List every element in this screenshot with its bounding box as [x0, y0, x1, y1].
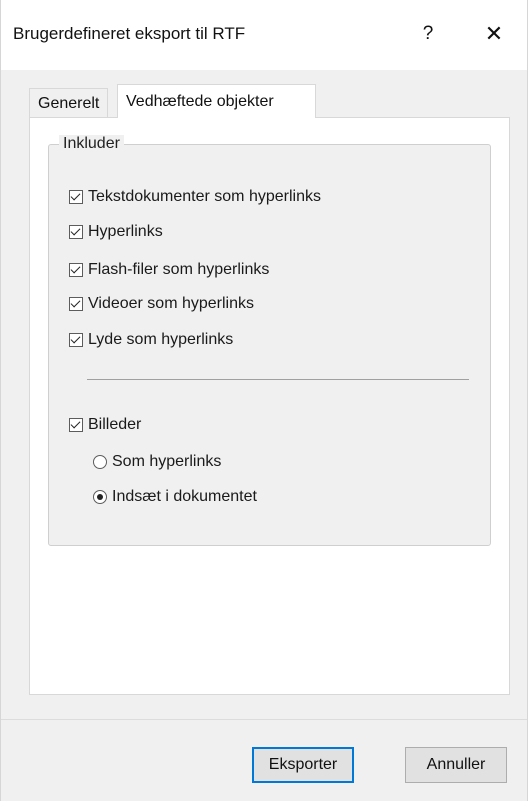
title-bar: Brugerdefineret eksport til RTF ? ✕: [1, 0, 527, 70]
checkbox-label: Hyperlinks: [88, 223, 163, 240]
hyperlinks-checkbox[interactable]: Hyperlinks: [69, 221, 163, 243]
checkbox-label: Lyde som hyperlinks: [88, 331, 234, 348]
sounds-checkbox[interactable]: Lyde som hyperlinks: [69, 329, 233, 351]
as-hyperlinks-radio[interactable]: Som hyperlinks: [93, 451, 221, 473]
checkbox-checked-icon[interactable]: [69, 190, 83, 204]
tab-general[interactable]: Generelt: [29, 88, 109, 118]
cancel-button[interactable]: Annuller: [405, 747, 507, 783]
radio-label: Som hyperlinks: [112, 453, 222, 470]
flash-files-checkbox[interactable]: Flash-filer som hyperlinks: [69, 259, 269, 281]
checkbox-label: Tekstdokumenter som hyperlinks: [88, 188, 321, 205]
export-button[interactable]: Eksporter: [252, 747, 354, 783]
checkbox-checked-icon[interactable]: [69, 225, 83, 239]
insert-in-document-radio[interactable]: Indsæt i dokumentet: [93, 486, 257, 508]
checkbox-label: Flash-filer som hyperlinks: [88, 261, 270, 278]
radio-label: Indsæt i dokumentet: [112, 488, 257, 505]
footer-divider: [1, 719, 527, 720]
close-button[interactable]: ✕: [471, 12, 517, 56]
radio-unselected-icon[interactable]: [93, 455, 107, 469]
checkbox-label: Billeder: [88, 416, 142, 433]
include-group-label: Inkluder: [59, 135, 124, 153]
images-checkbox[interactable]: Billeder: [69, 414, 141, 436]
export-dialog: Brugerdefineret eksport til RTF ? ✕ Gene…: [0, 0, 528, 801]
help-button[interactable]: ?: [405, 12, 451, 56]
videos-checkbox[interactable]: Videoer som hyperlinks: [69, 293, 254, 315]
group-separator: [87, 379, 469, 380]
checkbox-label: Videoer som hyperlinks: [88, 295, 255, 312]
attached-objects-panel: Inkluder Tekstdokumenter som hyperlinks …: [29, 117, 510, 695]
checkbox-checked-icon[interactable]: [69, 333, 83, 347]
checkbox-checked-icon[interactable]: [69, 263, 83, 277]
radio-selected-icon[interactable]: [93, 490, 107, 504]
tab-attached-objects[interactable]: Vedhæftede objekter: [117, 84, 316, 118]
dialog-title: Brugerdefineret eksport til RTF: [13, 24, 246, 43]
text-documents-checkbox[interactable]: Tekstdokumenter som hyperlinks: [69, 186, 321, 208]
include-groupbox: Inkluder Tekstdokumenter som hyperlinks …: [48, 135, 491, 546]
checkbox-checked-icon[interactable]: [69, 418, 83, 432]
checkbox-checked-icon[interactable]: [69, 297, 83, 311]
